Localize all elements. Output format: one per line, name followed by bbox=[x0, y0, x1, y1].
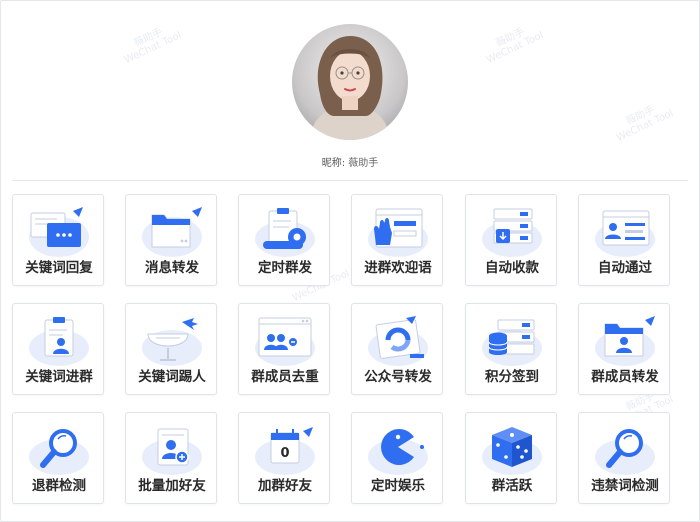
pacman-icon bbox=[368, 429, 428, 475]
nickname: 昵称: 薇助手 bbox=[0, 154, 700, 169]
feature-card-points-checkin[interactable]: 积分签到 bbox=[465, 303, 557, 395]
feature-card-auto-accept[interactable]: 自动通过 bbox=[578, 194, 670, 286]
divider bbox=[12, 180, 688, 181]
feature-label: 定时群发 bbox=[258, 260, 312, 276]
feature-card-official-account-forward[interactable]: 公众号转发 bbox=[351, 303, 443, 395]
feature-label: 关键词进群 bbox=[25, 369, 93, 385]
database-checklist-icon bbox=[482, 319, 542, 366]
feature-label: 退群检测 bbox=[32, 478, 86, 494]
feature-card-group-add-friends[interactable]: 0 加群好友 bbox=[238, 412, 330, 504]
feature-card-keyword-kick[interactable]: 关键词踢人 bbox=[125, 303, 217, 395]
chat-bubble-icon bbox=[29, 207, 89, 257]
feature-label: 关键词回复 bbox=[25, 260, 93, 276]
feature-card-message-forward[interactable]: 消息转发 bbox=[125, 194, 217, 286]
feature-label: 消息转发 bbox=[145, 260, 199, 276]
folder-send-icon bbox=[142, 207, 202, 257]
feature-label: 群成员去重 bbox=[251, 369, 319, 385]
nickname-value: 薇助手 bbox=[348, 158, 379, 169]
feature-card-leave-group-detect[interactable]: 退群检测 bbox=[12, 412, 104, 504]
magnifier-icon bbox=[29, 429, 89, 475]
nickname-label: 昵称: bbox=[321, 158, 346, 169]
feature-label: 批量加好友 bbox=[138, 478, 206, 494]
feature-label: 群活跃 bbox=[491, 478, 533, 494]
folder-user-icon bbox=[595, 316, 655, 366]
profile-header: 昵称: 薇助手 bbox=[0, 0, 700, 180]
feature-label: 自动通过 bbox=[598, 260, 652, 276]
feature-card-scheduled-broadcast[interactable]: 定时群发 bbox=[238, 194, 330, 286]
feature-label: 关键词踢人 bbox=[138, 369, 206, 385]
avatar[interactable] bbox=[292, 24, 408, 140]
feature-card-auto-payment[interactable]: 自动收款 bbox=[465, 194, 557, 286]
feature-card-member-forward[interactable]: 群成员转发 bbox=[578, 303, 670, 395]
feature-label: 公众号转发 bbox=[364, 369, 432, 385]
feature-label: 进群欢迎语 bbox=[364, 260, 432, 276]
official-account-icon bbox=[368, 316, 428, 366]
server-download-icon bbox=[482, 208, 542, 257]
feature-card-keyword-reply[interactable]: 关键词回复 bbox=[12, 194, 104, 286]
feature-label: 定时娱乐 bbox=[371, 478, 425, 494]
feature-card-welcome-message[interactable]: 进群欢迎语 bbox=[351, 194, 443, 286]
dice-icon bbox=[482, 427, 542, 475]
feature-label: 加群好友 bbox=[258, 478, 312, 494]
feature-card-group-activity[interactable]: 群活跃 bbox=[465, 412, 557, 504]
feature-label: 群成员转发 bbox=[591, 369, 659, 385]
feature-card-batch-add-friends[interactable]: 批量加好友 bbox=[125, 412, 217, 504]
feature-label: 自动收款 bbox=[485, 260, 539, 276]
feature-card-banned-word-detect[interactable]: 违禁词检测 bbox=[578, 412, 670, 504]
feature-card-scheduled-entertainment[interactable]: 定时娱乐 bbox=[351, 412, 443, 504]
add-contact-icon bbox=[142, 428, 202, 475]
feature-label: 违禁词检测 bbox=[591, 478, 659, 494]
svg-text:0: 0 bbox=[280, 446, 289, 461]
calendar-icon: 0 bbox=[255, 427, 315, 475]
user-window-icon bbox=[595, 210, 655, 257]
feature-card-member-dedupe[interactable]: 群成员去重 bbox=[238, 303, 330, 395]
satellite-dish-icon bbox=[142, 318, 202, 366]
hand-wave-window-icon bbox=[368, 208, 428, 257]
magnifier-icon bbox=[595, 429, 655, 475]
clipboard-user-icon bbox=[29, 317, 89, 366]
clipboard-gear-icon bbox=[255, 208, 315, 257]
feature-card-keyword-join-group[interactable]: 关键词进群 bbox=[12, 303, 104, 395]
feature-label: 积分签到 bbox=[485, 369, 539, 385]
group-window-icon bbox=[255, 317, 315, 366]
